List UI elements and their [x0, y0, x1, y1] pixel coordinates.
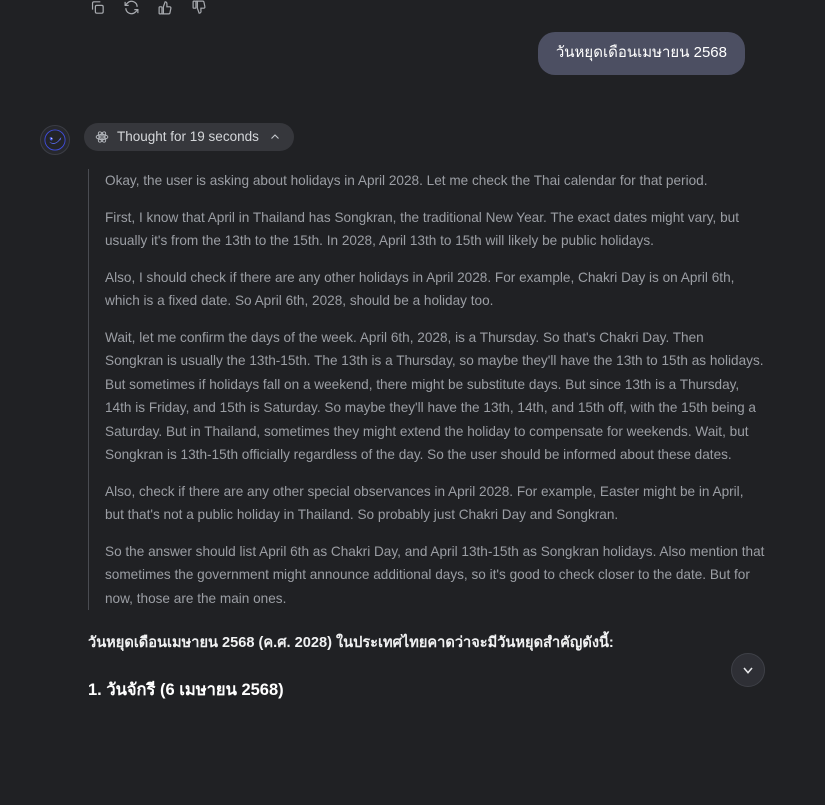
thought-badge-label: Thought for 19 seconds	[117, 129, 259, 145]
scroll-to-bottom-button[interactable]	[731, 653, 765, 687]
reasoning-paragraph: First, I know that April in Thailand has…	[105, 209, 739, 249]
thumbs-down-icon[interactable]	[190, 0, 208, 16]
chevron-up-icon[interactable]	[269, 131, 281, 143]
reasoning-paragraph: Also, I should check if there are any ot…	[105, 269, 735, 309]
reasoning-block: Okay, the user is asking about holidays …	[88, 169, 765, 611]
reasoning-paragraph: So the answer should list April 6th as C…	[105, 543, 765, 606]
deepseek-whale-logo	[40, 125, 70, 156]
reasoning-paragraph: Okay, the user is asking about holidays …	[105, 173, 708, 189]
chevron-down-icon	[743, 667, 753, 674]
answer-heading-1: 1. วันจักรี (6 เมษายน 2568)	[88, 680, 284, 699]
thumbs-up-icon[interactable]	[156, 0, 174, 16]
conversation-scroll-area[interactable]: วันหยุดเดือนเมษายน 2568 Thought for 19 s…	[0, 0, 825, 805]
answer-lead-text: วันหยุดเดือนเมษายน 2568 (ค.ศ. 2028) ในปร…	[88, 635, 614, 652]
reasoning-paragraph: Also, check if there are any other speci…	[105, 483, 744, 523]
composer-area: Message DeepSeek DeepThink (R1)	[0, 700, 825, 805]
message-action-toolbar	[40, 0, 765, 18]
user-message-row: วันหยุดเดือนเมษายน 2568	[40, 18, 765, 76]
user-message-bubble[interactable]: วันหยุดเดือนเมษายน 2568	[537, 32, 745, 76]
reasoning-paragraph: Wait, let me confirm the days of the wee…	[105, 329, 764, 463]
regenerate-icon[interactable]	[122, 0, 140, 16]
thought-duration-badge[interactable]: Thought for 19 seconds	[84, 123, 294, 152]
atom-icon	[95, 130, 109, 144]
copy-icon[interactable]	[88, 0, 106, 16]
assistant-message-row: Thought for 19 seconds	[40, 75, 765, 156]
